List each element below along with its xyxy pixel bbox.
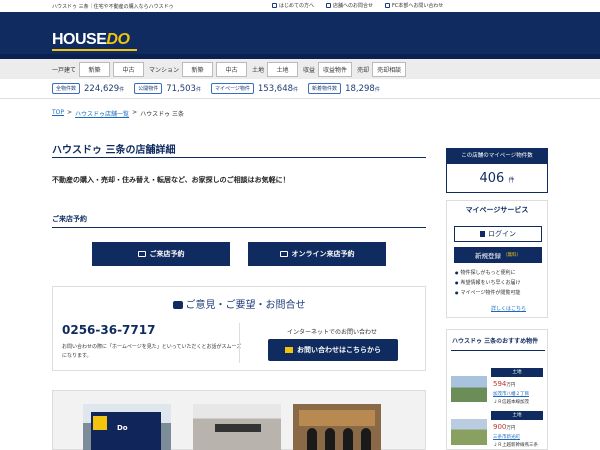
feature-item: マイページ物件が閲覧可能: [455, 288, 521, 298]
catnav-house-new[interactable]: 新築: [79, 62, 111, 77]
breadcrumb-separator: >: [67, 109, 73, 116]
shop-icon: [137, 251, 146, 257]
property-station: ＪＲ上越新幹線燕三条: [493, 443, 538, 448]
net-contact-button[interactable]: お問い合わせはこちらから: [268, 339, 398, 361]
photo-person: [361, 428, 371, 450]
breadcrumb-separator: >: [132, 109, 138, 116]
lock-icon: [480, 231, 485, 237]
photo-person: [343, 428, 353, 450]
section-underline: [52, 227, 426, 228]
phone-note: お問い合わせの際に「ホームページを見た」といっていただくとお話がスムーズになりま…: [62, 344, 242, 359]
monitor-icon: [279, 251, 288, 257]
photo-signboard: [215, 424, 261, 432]
staff-photo: [293, 404, 381, 450]
property-counts: 全物件数 224,629件 公開物件 71,503件 マイページ物件 153,6…: [52, 83, 386, 94]
store-exterior-photo: Do: [83, 404, 171, 450]
mypage-more-link[interactable]: 詳しくはこちら: [491, 305, 526, 312]
photo-sign-text: Do: [117, 424, 128, 432]
document-icon: [326, 3, 332, 8]
catnav-label-sell: 売却: [357, 67, 370, 74]
property-thumbnail: [451, 419, 487, 445]
property-type: 土地: [491, 411, 543, 420]
title-underline: [52, 157, 426, 158]
top-link-fc-contact[interactable]: FC本部へお問い合わせ: [385, 2, 443, 9]
login-button[interactable]: ログイン: [454, 226, 542, 242]
count-tag-mypage: マイページ物件: [210, 83, 254, 94]
site-logo[interactable]: HOUSEDO: [52, 31, 130, 49]
catnav-label-land: 土地: [252, 67, 265, 74]
count-tag-all: 全物件数: [52, 83, 81, 94]
property-thumbnail: [451, 376, 487, 402]
catnav-mansion-used[interactable]: 中古: [216, 62, 248, 77]
recommended-properties: ハウスドゥ 三条のおすすめ物件 土地 594万円 加茂市八幡２丁目 ＪＲ信越本線…: [446, 329, 548, 450]
breadcrumb: TOP > ハウスドゥ店舗一覧 > ハウスドゥ 三条: [52, 109, 184, 118]
site-header: HOUSEDO: [0, 12, 600, 59]
breadcrumb-current: ハウスドゥ 三条: [140, 111, 185, 118]
catnav-label-house: 一戸建て: [52, 67, 77, 74]
count-value-mypage: 153,648件: [257, 83, 299, 94]
contact-box: ご意見・ご要望・お問合せ 0256-36-7717 お問い合わせの際に「ホームペ…: [52, 286, 426, 371]
catnav-house-used[interactable]: 中古: [113, 62, 145, 77]
page-title: ハウスドゥ 三条の店舗詳細: [52, 145, 176, 156]
site-tagline: ハウスドゥ 三条｜住宅や不動産の購入ならハウスドゥ: [52, 4, 174, 10]
online-reservation-button[interactable]: オンライン来店予約: [248, 242, 386, 266]
count-value-public: 71,503件: [166, 83, 201, 94]
logo-underline: [52, 49, 137, 51]
property-price: 900万円: [493, 423, 516, 431]
property-address[interactable]: 加茂市八幡２丁目: [493, 391, 529, 397]
mypage-count-value: 406 件: [479, 171, 515, 186]
reserve-section-title: ご来店予約: [52, 215, 87, 223]
recommended-item[interactable]: 土地 594万円 加茂市八幡２丁目 ＪＲ信越本線加茂: [451, 368, 545, 412]
breadcrumb-store-list[interactable]: ハウスドゥ店舗一覧: [75, 109, 129, 118]
contact-divider: [239, 323, 240, 363]
recommended-item[interactable]: 土地 900万円 三条市新光町 ＪＲ上越新幹線燕三条: [451, 411, 545, 450]
mail-icon: [285, 347, 293, 353]
store-phone[interactable]: 0256-36-7717: [62, 323, 155, 337]
count-value-all: 224,629件: [84, 83, 125, 94]
property-address[interactable]: 三条市新光町: [493, 434, 520, 440]
contact-heading: ご意見・ご要望・お問合せ: [53, 296, 425, 311]
photo-wall: [299, 410, 375, 426]
catnav-label-mansion: マンション: [149, 67, 180, 74]
recommended-heading: ハウスドゥ 三条のおすすめ物件: [452, 338, 539, 345]
catnav-income[interactable]: 収益物件: [318, 62, 353, 77]
mypage-service-heading: マイページサービス: [465, 206, 529, 214]
top-link-store-contact[interactable]: 店舗へのお問合せ: [326, 2, 373, 9]
mail-icon: [385, 3, 391, 8]
mypage-service-box: マイページサービス ログイン 新規登録 （無料） 物件探しがもっと便利に 希望情…: [446, 200, 548, 318]
category-nav: 一戸建て 新築 中古 マンション 新築 中古 土地 土地 収益 収益物件 売却 …: [0, 59, 600, 79]
catnav-label-income: 収益: [303, 67, 316, 74]
recommended-underline: [451, 350, 545, 351]
catnav-mansion-new[interactable]: 新築: [182, 62, 214, 77]
breadcrumb-top[interactable]: TOP: [52, 109, 64, 118]
photo-person: [307, 428, 317, 450]
feature-item: 物件探しがもっと便利に: [455, 268, 521, 278]
catnav-sell[interactable]: 売却相談: [372, 62, 407, 77]
counts-divider: [0, 98, 600, 99]
property-type: 土地: [491, 368, 543, 377]
photo-sign-yellow: [93, 416, 107, 430]
mypage-count-box: この店舗のマイページ物件数 406 件: [446, 148, 548, 193]
feature-item: 希望情報をいち早くお届け: [455, 278, 521, 288]
count-tag-public: 公開物件: [134, 83, 163, 94]
photo-person: [325, 428, 335, 450]
store-interior-photo: [193, 404, 281, 450]
mypage-feature-list: 物件探しがもっと便利に 希望情報をいち早くお届け マイページ物件が閲覧可能: [455, 268, 521, 298]
catnav-land[interactable]: 土地: [267, 62, 299, 77]
top-link-beginners[interactable]: はじめての方へ: [272, 2, 314, 9]
count-value-new: 18,298件: [345, 83, 380, 94]
chat-bubble-icon: [172, 301, 183, 309]
store-photos: Do: [52, 390, 426, 450]
register-button[interactable]: 新規登録 （無料）: [454, 247, 542, 263]
net-contact-label: インターネットでのお問い合わせ: [286, 329, 377, 336]
visit-reservation-button[interactable]: ご来店予約: [92, 242, 230, 266]
top-links: はじめての方へ 店舗へのお問合せ FC本部へお問い合わせ: [272, 2, 443, 9]
count-tag-new: 新着物件数: [308, 83, 342, 94]
top-strip: ハウスドゥ 三条｜住宅や不動産の購入ならハウスドゥ はじめての方へ 店舗へのお問…: [0, 0, 600, 12]
property-price: 594万円: [493, 380, 516, 388]
lead-text: 不動産の購入・売却・住み替え・転居など、お家探しのご相談はお気軽に！: [52, 176, 290, 184]
mypage-count-heading: この店舗のマイページ物件数: [447, 149, 547, 164]
pin-icon: [272, 3, 277, 8]
property-station: ＪＲ信越本線加茂: [493, 400, 529, 405]
